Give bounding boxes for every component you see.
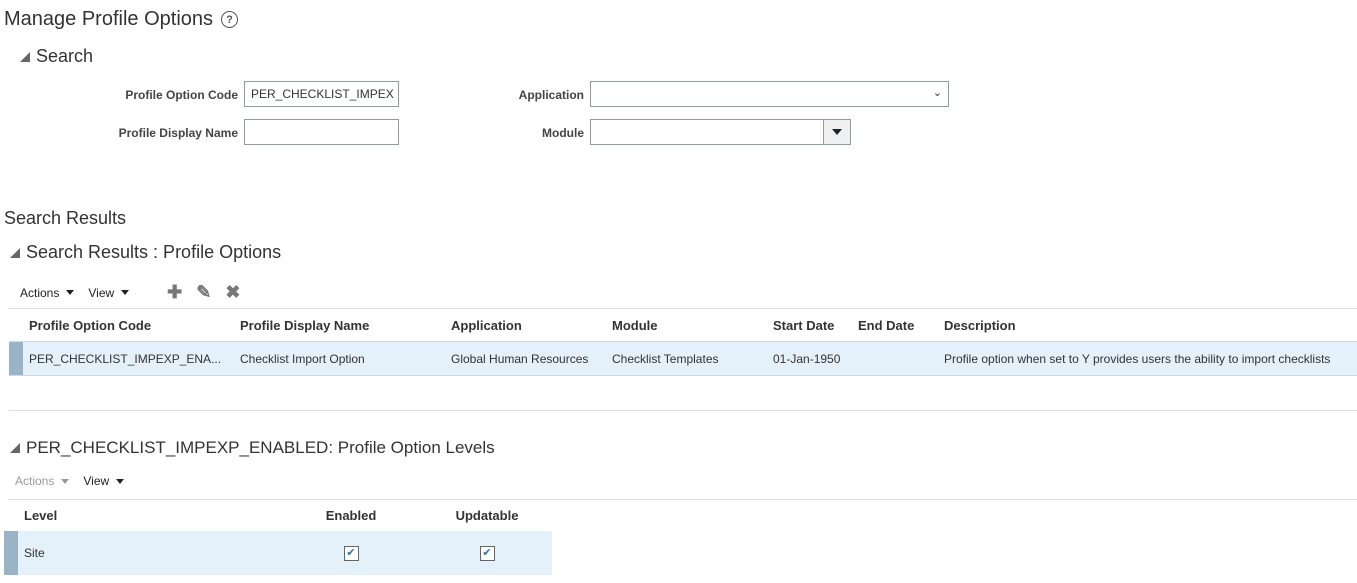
column-header[interactable]: Application [445,309,606,342]
search-results-heading: Search Results [4,208,127,228]
add-icon[interactable]: ✚ [167,282,182,303]
updatable-checkbox[interactable]: ✔ [479,546,495,561]
profile-options-table: Profile Option Code Profile Display Name… [9,309,1357,376]
profile-options-section-header[interactable]: Search Results : Profile Options [10,242,281,263]
collapse-triangle-icon[interactable] [10,443,20,453]
table-header-row: Profile Option Code Profile Display Name… [9,309,1357,342]
table-row[interactable]: Site ✔ ✔ [4,531,552,575]
row-selector[interactable] [4,531,18,575]
view-label: View [88,285,115,300]
column-header[interactable]: Profile Display Name [234,309,445,342]
actions-menu-disabled: Actions [15,474,70,488]
levels-table-wrap: Level Enabled Updatable Site ✔ ✔ [4,499,552,575]
profile-display-name-label: Profile Display Name [118,126,238,140]
view-menu[interactable]: View [88,285,130,300]
selector-column-header [4,499,18,531]
divider [9,410,1357,411]
column-header[interactable]: Level [18,499,280,531]
cell-profile-option-code: PER_CHECKLIST_IMPEXP_ENA... [29,351,222,366]
profile-options-table-wrap: Profile Option Code Profile Display Name… [9,308,1357,376]
cell-description: Profile option when set to Y provides us… [944,351,1331,366]
actions-label: Actions [20,285,60,300]
collapse-triangle-icon[interactable] [20,51,30,62]
cell-application: Global Human Resources [451,351,589,366]
levels-section-header[interactable]: PER_CHECKLIST_IMPEXP_ENABLED: Profile Op… [10,438,495,458]
page-title: Manage Profile Options [4,8,214,30]
search-section-header[interactable]: Search [20,46,93,67]
column-header[interactable]: End Date [852,309,938,342]
actions-menu[interactable]: Actions [20,285,75,300]
view-label: View [83,474,110,488]
help-icon[interactable]: ? [221,11,239,28]
levels-heading: PER_CHECKLIST_IMPEXP_ENABLED: Profile Op… [26,438,495,457]
table-row[interactable]: PER_CHECKLIST_IMPEXP_ENA... Checklist Im… [9,341,1357,376]
module-dropdown-button[interactable] [823,120,850,144]
column-header[interactable]: Enabled [280,499,422,531]
application-label: Application [518,88,584,102]
chevron-down-icon: ⌄ [932,87,942,99]
results-toolbar: Actions View ✚ ✎ ✖ [20,282,240,303]
caret-down-icon [116,478,125,484]
collapse-triangle-icon[interactable] [10,247,20,258]
actions-label: Actions [15,474,55,488]
profile-options-heading: Search Results : Profile Options [26,242,282,262]
search-heading: Search [36,46,94,66]
column-header[interactable]: Start Date [767,309,852,342]
levels-toolbar: Actions View [15,474,125,488]
enabled-checkbox[interactable]: ✔ [343,546,359,561]
cell-level: Site [24,546,45,560]
profile-option-code-input[interactable]: PER_CHECKLIST_IMPEX [244,81,399,107]
cell-module: Checklist Templates [612,351,719,366]
column-header[interactable]: Updatable [422,499,552,531]
profile-option-code-label: Profile Option Code [125,88,238,102]
application-select[interactable]: ⌄ [590,81,949,107]
cell-enabled: ✔ [280,531,422,575]
delete-icon[interactable]: ✖ [225,282,240,303]
cell-end-date [852,342,938,376]
table-header-row: Level Enabled Updatable [4,499,552,531]
selector-column-header [9,309,23,342]
caret-down-icon [61,478,70,484]
caret-down-icon [121,290,130,295]
column-header[interactable]: Profile Option Code [23,309,234,342]
cell-start-date: 01-Jan-1950 [773,351,841,366]
column-header[interactable]: Module [606,309,767,342]
profile-option-code-value: PER_CHECKLIST_IMPEX [251,87,394,101]
module-label: Module [542,126,584,140]
caret-down-icon [66,290,75,295]
levels-table: Level Enabled Updatable Site ✔ ✔ [4,499,552,575]
module-combobox[interactable] [590,119,851,145]
page-title-row: Manage Profile Options ? [4,8,239,31]
cell-updatable: ✔ [422,531,552,575]
view-menu[interactable]: View [83,474,125,488]
column-header[interactable]: Description [938,309,1357,342]
row-selector[interactable] [9,341,23,376]
dropdown-arrow-icon [832,129,842,135]
cell-profile-display-name: Checklist Import Option [240,351,365,366]
profile-display-name-input[interactable] [244,119,399,145]
edit-pencil-icon[interactable]: ✎ [196,282,211,303]
